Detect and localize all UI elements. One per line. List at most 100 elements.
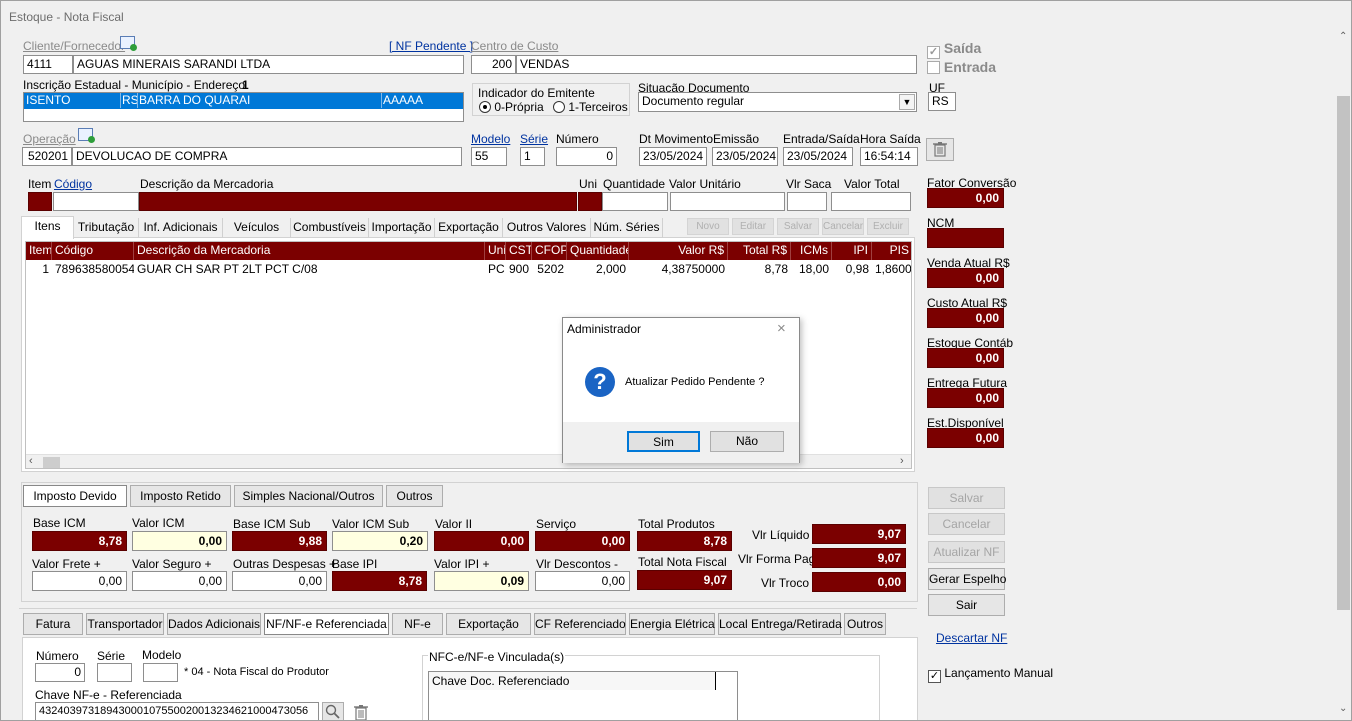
entrada-checkbox[interactable]: Entrada [927,59,996,75]
grid-cell-valor[interactable]: 4,38750000 [629,261,728,277]
gerar-espelho-button[interactable]: Gerar Espelho [928,568,1006,590]
close-icon[interactable]: × [777,320,786,337]
tab-imposto-devido[interactable]: Imposto Devido [23,485,127,507]
salvar-button[interactable]: Salvar [928,487,1005,509]
item-entry-item-input[interactable] [28,192,52,211]
cancelar-item-button[interactable]: Cancelar [822,218,864,235]
grid-cell-quantidade[interactable]: 2,000 [567,261,629,277]
hora-input[interactable]: 16:54:14 [860,147,918,166]
grid-header-quantidade[interactable]: Quantidade [567,242,629,260]
scroll-thumb[interactable] [1337,96,1350,610]
item-entry-valor-unitario-input[interactable] [670,192,785,211]
item-entry-codigo-label[interactable]: Código [54,177,92,191]
grid-cell-descricao[interactable]: GUAR CH SAR PT 2LT PCT C/08 [134,261,485,277]
operacao-name-input[interactable]: DEVOLUCAO DE COMPRA [72,147,462,166]
descartar-nf-link[interactable]: Descartar NF [936,631,1007,645]
operacao-code-input[interactable]: 520201 [22,147,72,166]
sim-button[interactable]: Sim [627,431,700,452]
nf-pendente-link[interactable]: [ NF Pendente ] [389,39,473,53]
atualizar-nf-button[interactable]: Atualizar NF [928,541,1005,563]
cancelar-button[interactable]: Cancelar [928,513,1005,535]
tab-outros-impostos[interactable]: Outros [386,485,443,507]
grid-header-valor[interactable]: Valor R$ [629,242,728,260]
ref-numero-input[interactable]: 0 [35,663,85,682]
item-entry-vlr-saca-input[interactable] [787,192,827,211]
grid-cell-pis[interactable]: 1,8600 [872,261,911,277]
tab-fatura[interactable]: Fatura [23,613,83,635]
scroll-down-icon[interactable]: ⌄ [1339,703,1347,714]
cliente-label[interactable]: Cliente/Fornecedor [23,39,125,53]
valor-seguro-input[interactable]: 0,00 [132,571,227,591]
grid-header-descricao[interactable]: Descrição da Mercadoria [134,242,485,260]
tab-simples-nacional[interactable]: Simples Nacional/Outros [234,485,383,507]
serie-input[interactable]: 1 [520,147,545,166]
valor-ipi-value[interactable]: 0,09 [434,571,529,591]
modelo-input[interactable]: 55 [471,147,507,166]
grid-header-codigo[interactable]: Código [52,242,134,260]
serie-label[interactable]: Série [520,132,548,146]
scroll-thumb[interactable] [43,457,60,468]
delete-nf-button[interactable] [926,138,954,161]
grid-cell-uni[interactable]: PC [485,261,506,277]
tab-num-series[interactable]: Núm. Séries [591,218,663,238]
tab-outros-bottom[interactable]: Outros [844,613,886,635]
novo-button[interactable]: Novo [687,218,729,235]
inscricao-row[interactable]: ISENTO RS BARRA DO QUARAI AAAAA [24,93,463,109]
salvar-item-button[interactable]: Salvar [777,218,819,235]
grid-header-uni[interactable]: Uni [485,242,506,260]
grid-header-cfop[interactable]: CFOP [532,242,567,260]
grid-cell-icms[interactable]: 18,00 [791,261,832,277]
situacao-select[interactable]: Documento regular ▼ [638,92,917,112]
tab-transportador[interactable]: Transportador [86,613,164,635]
grid-header-pis[interactable]: PIS [872,242,911,260]
dtmov-input[interactable]: 23/05/2024 [639,147,707,166]
tab-itens[interactable]: Itens [21,216,74,239]
entrada-saida-input[interactable]: 23/05/2024 [783,147,853,166]
valor-icm-value[interactable]: 0,00 [132,531,227,551]
modelo-label[interactable]: Modelo [471,132,510,146]
tab-local-entrega[interactable]: Local Entrega/Retirada [718,613,842,635]
ref-serie-input[interactable] [97,663,132,682]
cliente-name-input[interactable]: AGUAS MINERAIS SARANDI LTDA [73,55,464,74]
grid-cell-cst[interactable]: 900 [506,261,532,277]
grid-header-cst[interactable]: CST [506,242,532,260]
grid-header-icms[interactable]: ICMs [791,242,832,260]
vinculada-list[interactable]: Chave Doc. Referenciado [428,671,738,720]
tab-veiculos[interactable]: Veículos [223,218,291,238]
emissao-input[interactable]: 23/05/2024 [712,147,778,166]
tab-importacao[interactable]: Importação [369,218,435,238]
ref-modelo-input[interactable] [143,663,178,682]
valor-icm-sub-value[interactable]: 0,20 [332,531,428,551]
tab-nfe[interactable]: NF-e [392,613,443,635]
item-entry-quantidade-input[interactable] [602,192,668,211]
cliente-code-input[interactable]: 4111 [23,55,73,74]
scroll-left-icon[interactable]: ‹ [29,455,33,467]
search-chave-button[interactable] [322,702,344,720]
main-scrollbar[interactable]: ⌃ ⌄ [1335,31,1351,720]
radio-terceiros[interactable]: 1-Terceiros [553,100,628,114]
tab-inf-adicionais[interactable]: Inf. Adicionais [139,218,223,238]
grid-header-item[interactable]: Item [26,242,52,260]
grid-header-ipi[interactable]: IPI [832,242,872,260]
radio-propria[interactable]: 0-Própria [479,100,544,114]
grid-cell-codigo[interactable]: 7896385800549 [52,261,134,277]
tab-combustiveis[interactable]: Combustíveis [291,218,369,238]
saida-checkbox[interactable]: ✓ Saída [927,40,981,59]
vlr-descontos-input[interactable]: 0,00 [535,571,630,591]
item-entry-descricao-input[interactable] [139,192,577,211]
lookup-operacao-icon[interactable] [78,128,95,143]
chevron-down-icon[interactable]: ▼ [899,94,915,110]
ref-chave-input[interactable]: 4324039731894300010755002001323462100047… [35,702,319,720]
tab-energia-eletrica[interactable]: Energia Elétrica [629,613,715,635]
vinculada-header[interactable]: Chave Doc. Referenciado [429,672,716,690]
excluir-button[interactable]: Excluir [867,218,909,235]
uf-input[interactable]: RS [928,92,956,111]
grid-header-total[interactable]: Total R$ [728,242,791,260]
tab-outros-valores[interactable]: Outros Valores [503,218,591,238]
scroll-up-icon[interactable]: ⌃ [1339,31,1347,42]
tab-tributacao[interactable]: Tributação [74,218,139,238]
numero-input[interactable]: 0 [556,147,617,166]
tab-nf-referenciada[interactable]: NF/NF-e Referenciada [264,613,389,635]
lookup-cliente-icon[interactable] [120,36,137,51]
centro-name-input[interactable]: VENDAS [516,55,917,74]
